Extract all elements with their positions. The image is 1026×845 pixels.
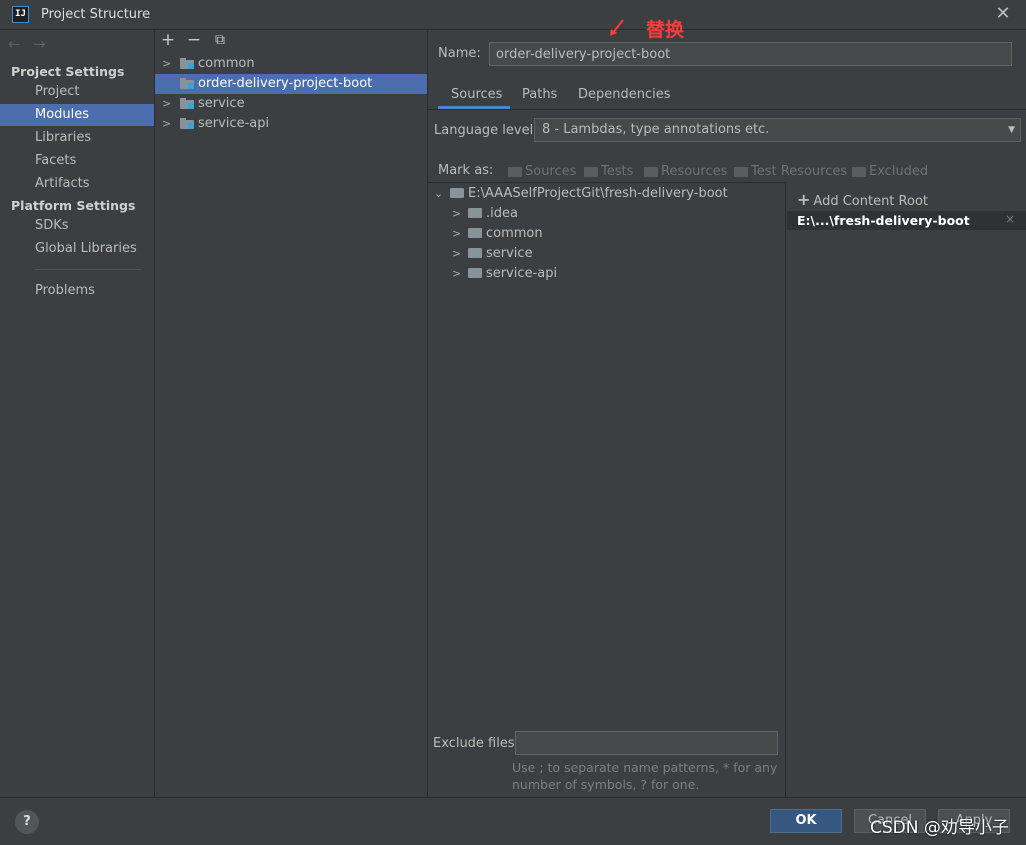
module-row-order-delivery-project-boot[interactable]: order-delivery-project-boot (155, 74, 427, 94)
module-folder-icon (180, 118, 194, 129)
tree-row-common[interactable]: > common (452, 224, 543, 244)
sidebar-item-libraries[interactable]: Libraries (0, 127, 154, 149)
language-level-select[interactable]: 8 - Lambdas, type annotations etc. ▼ (534, 118, 1021, 142)
sidebar-divider (35, 269, 141, 270)
annotation-label: 替换 (646, 19, 685, 41)
ok-button[interactable]: OK (770, 809, 842, 833)
chevron-right-icon[interactable]: > (162, 114, 171, 134)
csdn-watermark: CSDN @劝导小子 (870, 818, 1009, 838)
exclude-files-input[interactable] (515, 731, 778, 755)
chevron-right-icon[interactable]: > (452, 204, 468, 224)
help-button[interactable]: ? (15, 810, 39, 834)
folder-icon (450, 188, 464, 198)
back-arrow-icon[interactable]: ← (8, 35, 21, 53)
exclude-hint: Use ; to separate name patterns, * for a… (512, 760, 778, 775)
tree-row-service[interactable]: > service (452, 244, 533, 264)
tree-row-service-api[interactable]: > service-api (452, 264, 557, 284)
mark-option-label: Excluded (869, 164, 929, 179)
forward-arrow-icon[interactable]: → (33, 35, 46, 53)
chevron-right-icon[interactable]: > (452, 224, 468, 244)
language-level-label: Language level: (434, 123, 538, 138)
mark-option-label: Sources (525, 164, 577, 179)
sidebar-item-facets[interactable]: Facets (0, 150, 154, 172)
dropdown-arrow-icon[interactable]: ▼ (1008, 119, 1015, 141)
add-module-icon[interactable]: + (160, 31, 176, 49)
chevron-right-icon[interactable]: > (452, 244, 468, 264)
mark-test-resources-button[interactable]: Test Resources (734, 164, 847, 179)
add-content-root-label: Add Content Root (813, 194, 928, 209)
platform-settings-heading: Platform Settings (11, 198, 136, 213)
module-label: order-delivery-project-boot (198, 76, 373, 91)
module-folder-icon (180, 58, 194, 69)
tree-root-label: E:\AAASelfProjectGit\fresh-delivery-boot (468, 186, 728, 201)
exclude-hint: number of symbols, ? for one. (512, 777, 700, 792)
module-name-input[interactable] (489, 42, 1012, 66)
module-folder-icon (180, 98, 194, 109)
remove-content-root-icon[interactable]: × (1005, 212, 1015, 226)
folder-icon (468, 248, 482, 258)
mark-excluded-button[interactable]: Excluded (852, 164, 928, 179)
folder-icon (468, 208, 482, 218)
exclude-files-label: Exclude files: (433, 736, 520, 751)
tests-folder-icon (584, 166, 598, 177)
chevron-right-icon[interactable]: > (162, 54, 171, 74)
test-resources-folder-icon (734, 166, 748, 177)
module-row-common[interactable]: > common (155, 54, 427, 74)
language-level-value: 8 - Lambdas, type annotations etc. (542, 122, 770, 137)
sidebar-item-sdks[interactable]: SDKs (0, 215, 154, 237)
tab-dependencies[interactable]: Dependencies (578, 87, 671, 102)
sidebar-item-global-libraries[interactable]: Global Libraries (0, 238, 154, 260)
module-label: service (198, 96, 245, 111)
sidebar-item-modules[interactable]: Modules (0, 104, 154, 126)
module-row-service[interactable]: > service (155, 94, 427, 114)
tree-item-label: service (486, 246, 533, 261)
mark-option-label: Resources (661, 164, 728, 179)
module-label: common (198, 56, 255, 71)
excluded-folder-icon (852, 166, 866, 177)
sidebar-item-artifacts[interactable]: Artifacts (0, 173, 154, 195)
intellij-app-icon: IJ (12, 6, 29, 23)
window-title: Project Structure (41, 7, 151, 22)
chevron-right-icon[interactable]: > (162, 94, 171, 114)
tree-item-label: .idea (486, 206, 518, 221)
add-content-root-button[interactable]: + Add Content Root (797, 190, 928, 209)
resources-folder-icon (644, 166, 658, 177)
annotation-arrow-icon (610, 19, 624, 36)
module-row-service-api[interactable]: > service-api (155, 114, 427, 134)
content-root-path: E:\...\fresh-delivery-boot (797, 213, 970, 228)
mark-as-label: Mark as: (438, 163, 494, 178)
tab-divider (428, 109, 1026, 110)
module-list-panel (155, 30, 428, 797)
mark-option-label: Test Resources (751, 164, 848, 179)
module-folder-icon (180, 78, 194, 89)
plus-icon: + (797, 190, 811, 209)
remove-module-icon[interactable]: − (186, 31, 202, 49)
title-bar (0, 0, 1026, 30)
sidebar-item-problems[interactable]: Problems (0, 280, 154, 302)
chevron-down-icon[interactable]: ⌄ (434, 184, 450, 204)
mark-sources-button[interactable]: Sources (508, 164, 576, 179)
mark-option-label: Tests (601, 164, 634, 179)
module-label: service-api (198, 116, 270, 131)
mark-resources-button[interactable]: Resources (644, 164, 727, 179)
tree-row-idea[interactable]: > .idea (452, 204, 518, 224)
sidebar-item-project[interactable]: Project (0, 81, 154, 103)
project-settings-heading: Project Settings (11, 64, 125, 79)
folder-icon (468, 228, 482, 238)
tab-paths[interactable]: Paths (522, 87, 557, 102)
mark-tests-button[interactable]: Tests (584, 164, 633, 179)
tab-sources[interactable]: Sources (451, 87, 502, 102)
close-icon[interactable]: ✕ (993, 3, 1013, 25)
name-label: Name: (438, 46, 481, 61)
chevron-right-icon[interactable]: > (452, 264, 468, 284)
tree-item-label: common (486, 226, 543, 241)
sources-folder-icon (508, 166, 522, 177)
folder-icon (468, 268, 482, 278)
tree-item-label: service-api (486, 266, 558, 281)
tree-row-root[interactable]: ⌄ E:\AAASelfProjectGit\fresh-delivery-boo… (434, 184, 728, 204)
copy-module-icon[interactable]: ⧉ (212, 31, 228, 49)
